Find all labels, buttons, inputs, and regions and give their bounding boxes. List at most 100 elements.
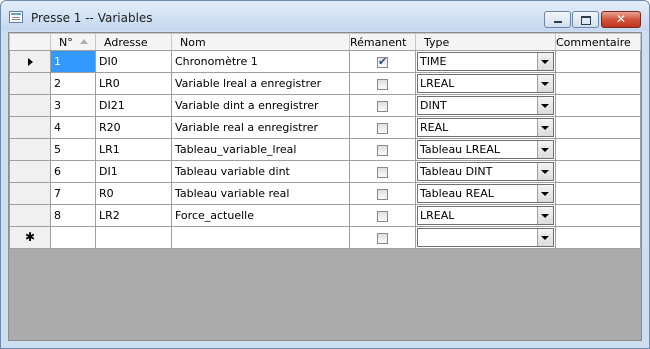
- cell-commentaire[interactable]: [555, 182, 641, 205]
- cell-num[interactable]: 5: [50, 138, 96, 161]
- cell-commentaire[interactable]: [555, 226, 641, 249]
- remanent-checkbox[interactable]: [377, 166, 388, 178]
- cell-commentaire[interactable]: [555, 204, 641, 227]
- cell-nom[interactable]: Tableau_variable_lreal: [171, 138, 350, 161]
- type-select[interactable]: TIME: [417, 52, 554, 71]
- cell-num[interactable]: 4: [50, 116, 96, 139]
- table-row[interactable]: 1 DI0 Chronomètre 1 ✔ TIME: [9, 50, 641, 73]
- table-row[interactable]: 5 LR1 Tableau_variable_lreal Tableau LREAL: [9, 138, 641, 161]
- table-row[interactable]: 4 R20 Variable real a enregistrer REAL: [9, 116, 641, 139]
- cell-adresse[interactable]: LR0: [95, 72, 172, 95]
- title-bar[interactable]: Presse 1 -- Variables ✕: [1, 1, 649, 31]
- cell-nom[interactable]: Chronomètre 1: [171, 50, 350, 73]
- row-header[interactable]: [9, 116, 51, 139]
- cell-num[interactable]: 3: [50, 94, 96, 117]
- cell-commentaire[interactable]: [555, 94, 641, 117]
- remanent-checkbox[interactable]: [377, 122, 388, 134]
- table-row[interactable]: 2 LR0 Variable lreal a enregistrer LREAL: [9, 72, 641, 95]
- column-header-nom[interactable]: Nom: [171, 33, 350, 51]
- remanent-checkbox[interactable]: [377, 210, 388, 222]
- cell-commentaire[interactable]: [555, 50, 641, 73]
- cell-num[interactable]: 8: [50, 204, 96, 227]
- cell-num[interactable]: 1: [50, 50, 96, 73]
- remanent-checkbox[interactable]: [377, 100, 388, 112]
- dropdown-arrow-icon[interactable]: [537, 185, 553, 202]
- row-header[interactable]: ✱: [9, 226, 51, 249]
- new-row[interactable]: ✱: [9, 226, 641, 249]
- type-select[interactable]: REAL: [417, 118, 554, 137]
- cell-commentaire[interactable]: [555, 72, 641, 95]
- type-select[interactable]: Tableau REAL: [417, 184, 554, 203]
- table-row[interactable]: 3 DI21 Variable dint a enregistrer DINT: [9, 94, 641, 117]
- column-header-num[interactable]: N°: [50, 33, 96, 51]
- column-label-commentaire: Commentaire: [556, 35, 631, 49]
- dropdown-arrow-icon[interactable]: [537, 163, 553, 180]
- row-header[interactable]: [9, 138, 51, 161]
- table-row[interactable]: 7 R0 Tableau variable real Tableau REAL: [9, 182, 641, 205]
- cell-adresse[interactable]: LR2: [95, 204, 172, 227]
- remanent-checkbox[interactable]: [377, 188, 388, 200]
- cell-adresse[interactable]: DI21: [95, 94, 172, 117]
- cell-nom[interactable]: Variable dint a enregistrer: [171, 94, 350, 117]
- dropdown-arrow-icon[interactable]: [537, 141, 553, 158]
- cell-nom[interactable]: Force_actuelle: [171, 204, 350, 227]
- cell-nom[interactable]: Variable lreal a enregistrer: [171, 72, 350, 95]
- table-row[interactable]: 6 DI1 Tableau variable dint Tableau DINT: [9, 160, 641, 183]
- cell-adresse[interactable]: [95, 226, 172, 249]
- cell-remanent: [349, 160, 416, 183]
- row-header[interactable]: [9, 94, 51, 117]
- column-header-remanent[interactable]: Rémanent: [349, 33, 416, 51]
- type-select[interactable]: [417, 228, 554, 247]
- column-header-adresse[interactable]: Adresse: [95, 33, 172, 51]
- cell-commentaire[interactable]: [555, 138, 641, 161]
- dropdown-arrow-icon[interactable]: [537, 207, 553, 224]
- row-header[interactable]: [9, 50, 51, 73]
- cell-num[interactable]: 2: [50, 72, 96, 95]
- type-select[interactable]: Tableau LREAL: [417, 140, 554, 159]
- minimize-button[interactable]: [544, 11, 571, 28]
- cell-nom[interactable]: Tableau variable dint: [171, 160, 350, 183]
- cell-nom[interactable]: Tableau variable real: [171, 182, 350, 205]
- cell-adresse[interactable]: R20: [95, 116, 172, 139]
- cell-nom[interactable]: Variable real a enregistrer: [171, 116, 350, 139]
- cell-commentaire[interactable]: [555, 116, 641, 139]
- remanent-checkbox[interactable]: ✔: [377, 55, 388, 68]
- cell-adresse[interactable]: LR1: [95, 138, 172, 161]
- dropdown-arrow-icon[interactable]: [537, 119, 553, 136]
- type-value: Tableau DINT: [420, 165, 493, 178]
- remanent-checkbox[interactable]: [377, 78, 388, 90]
- column-header-commentaire[interactable]: Commentaire: [555, 33, 641, 51]
- table-row[interactable]: 8 LR2 Force_actuelle LREAL: [9, 204, 641, 227]
- cell-adresse[interactable]: DI0: [95, 50, 172, 73]
- row-header[interactable]: [9, 72, 51, 95]
- row-header[interactable]: [9, 182, 51, 205]
- cell-adresse[interactable]: DI1: [95, 160, 172, 183]
- maximize-icon: [573, 12, 598, 27]
- dropdown-arrow-icon[interactable]: [537, 229, 553, 246]
- remanent-checkbox[interactable]: [377, 232, 388, 244]
- remanent-checkbox[interactable]: [377, 144, 388, 156]
- row-header[interactable]: [9, 204, 51, 227]
- cell-nom[interactable]: [171, 226, 350, 249]
- dropdown-arrow-icon[interactable]: [537, 53, 553, 70]
- cell-commentaire[interactable]: [555, 160, 641, 183]
- row-header[interactable]: [9, 160, 51, 183]
- close-icon: ✕: [615, 12, 627, 26]
- maximize-button[interactable]: [572, 11, 599, 28]
- column-header-type[interactable]: Type: [415, 33, 556, 51]
- cell-num[interactable]: 6: [50, 160, 96, 183]
- cell-remanent: [349, 94, 416, 117]
- nom-value: Tableau_variable_lreal: [175, 143, 297, 156]
- cell-num[interactable]: 7: [50, 182, 96, 205]
- dropdown-arrow-icon[interactable]: [537, 97, 553, 114]
- close-button[interactable]: ✕: [601, 11, 641, 28]
- type-select[interactable]: DINT: [417, 96, 554, 115]
- sort-ascending-icon: [80, 39, 88, 44]
- type-select[interactable]: Tableau DINT: [417, 162, 554, 181]
- cell-adresse[interactable]: R0: [95, 182, 172, 205]
- commentaire-value: [557, 165, 560, 178]
- type-select[interactable]: LREAL: [417, 206, 554, 225]
- cell-num[interactable]: [50, 226, 96, 249]
- type-select[interactable]: LREAL: [417, 74, 554, 93]
- dropdown-arrow-icon[interactable]: [537, 75, 553, 92]
